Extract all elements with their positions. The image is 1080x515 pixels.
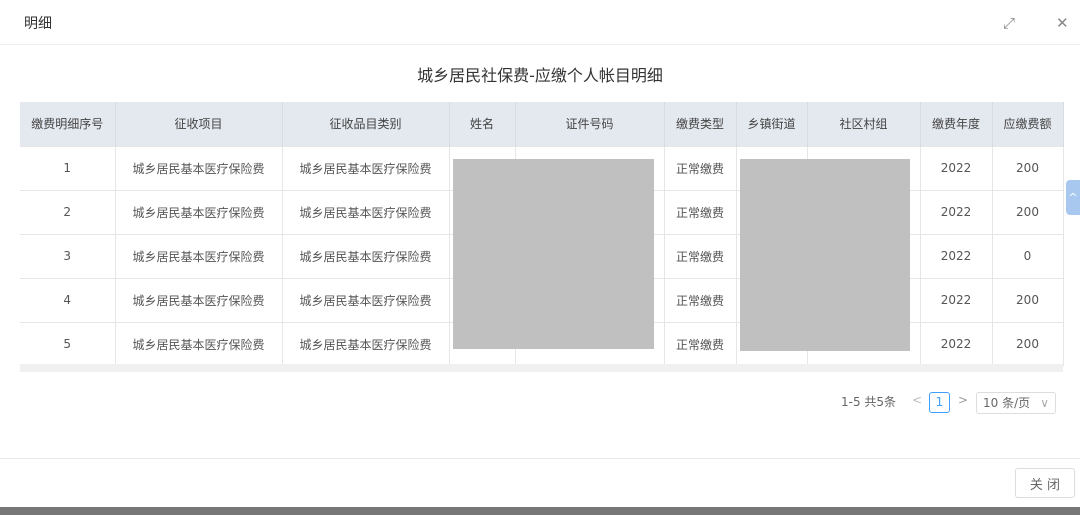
table-cell: 正常缴费 bbox=[664, 233, 737, 278]
column-header: 姓名 bbox=[449, 102, 516, 146]
page-title: 城乡居民社保费-应缴个人帐目明细 bbox=[417, 66, 663, 85]
table-cell: 正常缴费 bbox=[664, 189, 737, 234]
chevron-down-icon: ∨ bbox=[1040, 396, 1049, 410]
backdrop-edge bbox=[0, 507, 1080, 515]
dialog-header: 明细 ⤢ ✕ bbox=[0, 0, 1080, 45]
table-cell: 200 bbox=[992, 189, 1064, 234]
redacted-block bbox=[740, 159, 910, 351]
table-cell: 2022 bbox=[920, 277, 993, 322]
table-cell: 200 bbox=[992, 321, 1064, 366]
close-button[interactable]: 关 闭 bbox=[1015, 468, 1075, 498]
table-cell: 2022 bbox=[920, 233, 993, 278]
table-cell: 城乡居民基本医疗保险费 bbox=[115, 145, 283, 190]
page-1-button[interactable]: 1 bbox=[929, 392, 950, 413]
dialog-title: 明细 bbox=[24, 16, 52, 32]
column-header: 缴费年度 bbox=[920, 102, 993, 146]
table-cell: 200 bbox=[992, 277, 1064, 322]
table-cell: 正常缴费 bbox=[664, 321, 737, 366]
table-cell: 城乡居民基本医疗保险费 bbox=[115, 321, 283, 366]
column-header: 证件号码 bbox=[515, 102, 665, 146]
page-size-select[interactable]: 10 条/页 ∨ bbox=[976, 392, 1056, 414]
column-header: 应缴费额 bbox=[992, 102, 1064, 146]
column-header: 缴费明细序号 bbox=[20, 102, 116, 146]
table-cell: 0 bbox=[992, 233, 1064, 278]
table-cell: 城乡居民基本医疗保险费 bbox=[115, 233, 283, 278]
table-cell: 正常缴费 bbox=[664, 277, 737, 322]
dialog-footer bbox=[0, 458, 1080, 459]
table-cell: 城乡居民基本医疗保险费 bbox=[115, 277, 283, 322]
table-cell: 正常缴费 bbox=[664, 145, 737, 190]
scroll-top-button[interactable]: ^ bbox=[1066, 180, 1080, 215]
table-cell: 城乡居民基本医疗保险费 bbox=[282, 233, 450, 278]
horizontal-scrollbar[interactable] bbox=[20, 364, 1063, 372]
table-cell: 200 bbox=[992, 145, 1064, 190]
table-cell: 城乡居民基本医疗保险费 bbox=[282, 277, 450, 322]
page-size-value: 10 条/页 bbox=[983, 396, 1031, 410]
table-cell: 2022 bbox=[920, 145, 993, 190]
redacted-block bbox=[453, 159, 654, 349]
table-cell: 5 bbox=[20, 321, 116, 366]
next-page-button[interactable]: > bbox=[958, 393, 968, 407]
table-cell: 城乡居民基本医疗保险费 bbox=[282, 189, 450, 234]
table-cell: 2022 bbox=[920, 321, 993, 366]
table-cell: 2022 bbox=[920, 189, 993, 234]
column-header: 征收品目类别 bbox=[282, 102, 450, 146]
column-header: 乡镇街道 bbox=[736, 102, 808, 146]
table-cell: 3 bbox=[20, 233, 116, 278]
table-cell: 城乡居民基本医疗保险费 bbox=[282, 145, 450, 190]
table-cell: 4 bbox=[20, 277, 116, 322]
close-icon[interactable]: ✕ bbox=[1056, 14, 1069, 32]
table-cell: 城乡居民基本医疗保险费 bbox=[115, 189, 283, 234]
table-cell: 1 bbox=[20, 145, 116, 190]
expand-icon[interactable]: ⤢ bbox=[1003, 14, 1015, 32]
column-header: 征收项目 bbox=[115, 102, 283, 146]
prev-page-button[interactable]: < bbox=[912, 393, 922, 407]
pagination-summary: 1-5 共5条 bbox=[841, 395, 897, 409]
table-cell: 城乡居民基本医疗保险费 bbox=[282, 321, 450, 366]
column-header: 社区村组 bbox=[807, 102, 921, 146]
table-cell: 2 bbox=[20, 189, 116, 234]
column-header: 缴费类型 bbox=[664, 102, 737, 146]
